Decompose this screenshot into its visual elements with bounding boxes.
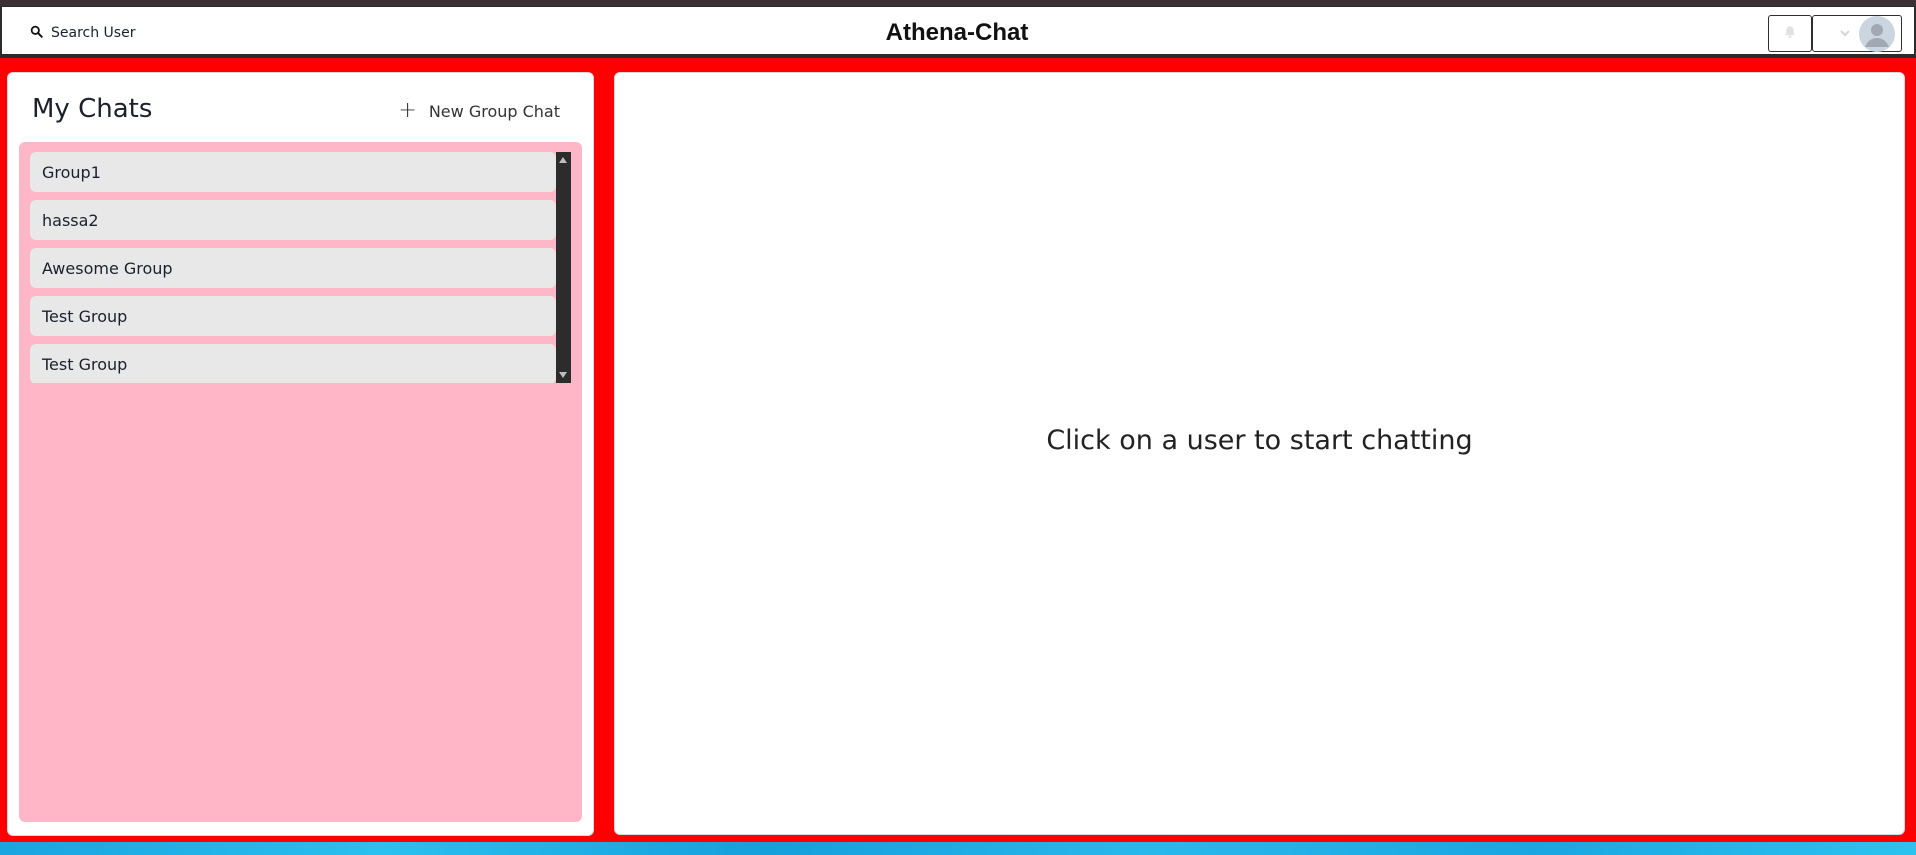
chat-name: hassa2 [42,210,99,230]
chat-list-scrollbar[interactable] [556,152,571,383]
chat-name: Test Group [42,306,128,326]
chat-list-item[interactable]: Awesome Group [30,248,556,288]
bell-icon [1783,24,1797,43]
chat-list-item[interactable]: Group1 [30,152,556,192]
notifications-button[interactable] [1768,15,1812,52]
my-chats-header: My Chats + New Group Chat [32,91,572,131]
background-footer [0,842,1916,855]
chat-list-item[interactable]: Test Group [30,344,556,383]
chat-list-container: Group1 hassa2 Awesome Group Test Group T… [19,142,582,822]
user-avatar-icon [1859,15,1895,52]
my-chats-title: My Chats [32,94,153,124]
app-header: Search User Athena-Chat [0,6,1916,58]
chat-window: Click on a user to start chatting [614,72,1905,835]
app-title: Athena-Chat [885,19,1029,46]
profile-menu-button[interactable] [1812,15,1902,52]
chat-name: Test Group [42,354,128,374]
chat-name: Group1 [42,162,101,182]
chat-list[interactable]: Group1 hassa2 Awesome Group Test Group T… [30,152,571,383]
scroll-down-arrow-icon[interactable] [559,372,567,378]
search-user-label: Search User [51,25,136,41]
new-group-chat-button[interactable]: + New Group Chat [398,97,560,125]
header-actions [1768,15,1902,52]
my-chats-panel: My Chats + New Group Chat Group1 hassa2 … [7,72,594,836]
empty-chat-message: Click on a user to start chatting [1046,425,1473,456]
chat-name: Awesome Group [42,258,173,278]
search-icon [30,25,43,42]
chat-list-item[interactable]: Test Group [30,296,556,336]
new-group-chat-label: New Group Chat [428,101,560,121]
chevron-down-icon [1839,24,1851,43]
chat-list-item[interactable]: hassa2 [30,200,556,240]
plus-icon: + [398,98,417,123]
scroll-up-arrow-icon[interactable] [559,157,567,163]
search-user-button[interactable]: Search User [22,19,143,47]
